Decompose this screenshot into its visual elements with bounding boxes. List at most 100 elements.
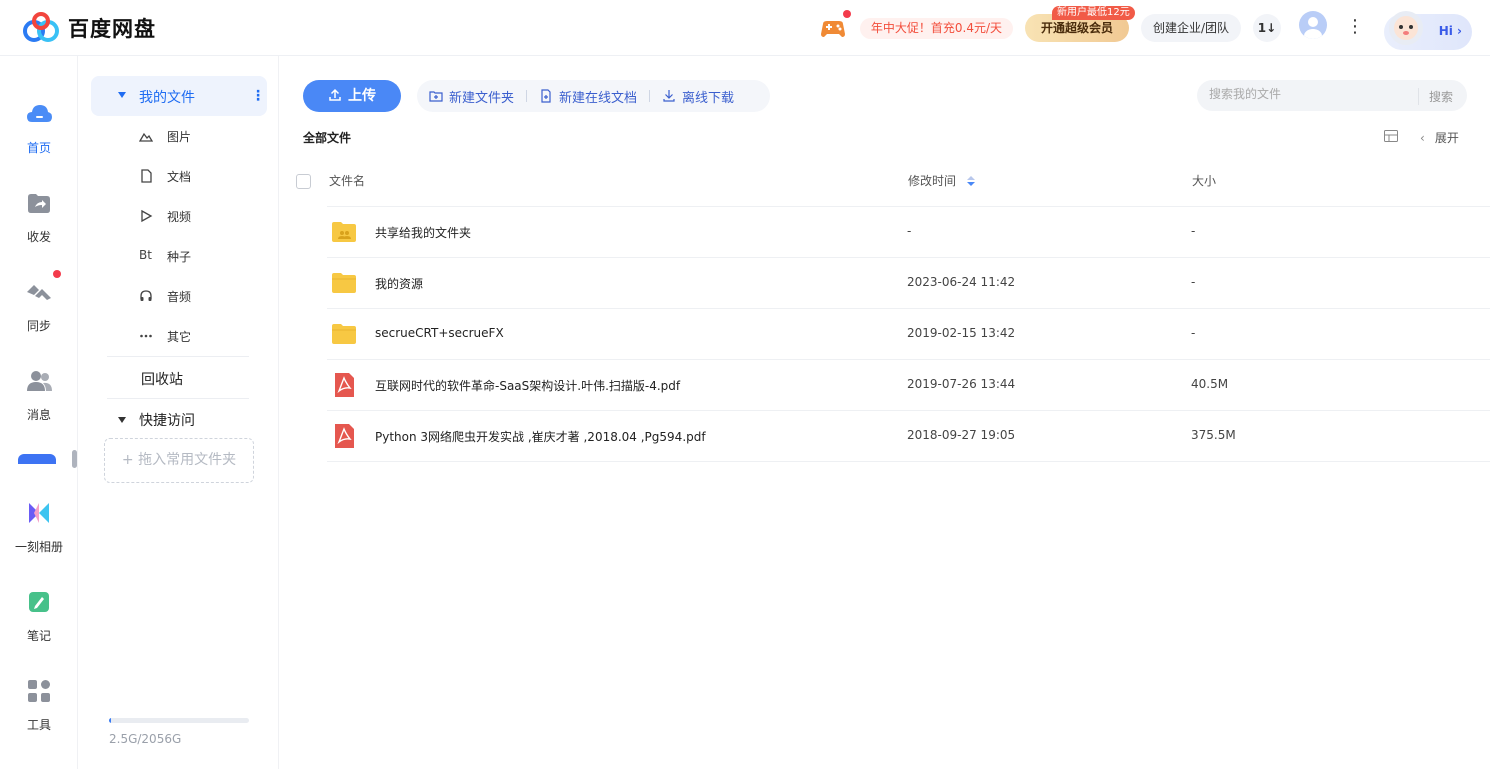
avatar[interactable] (1299, 11, 1327, 39)
table-row[interactable]: 我的资源 2023-06-24 11:42 - (327, 257, 1490, 308)
sync-icon (27, 285, 51, 300)
rail-label: 笔记 (26, 629, 51, 643)
offline-download-label: 离线下载 (682, 90, 735, 106)
main-content: 上传 新建文件夹 新建在线文档 离线下载 搜索 全部文件 (280, 56, 1490, 769)
rail-scrollbar[interactable] (72, 450, 77, 468)
storage-progress-fill (109, 718, 112, 723)
rail-item-transfer[interactable]: 收发 (0, 189, 78, 245)
file-modified: 2018-09-27 19:05 (907, 428, 1016, 442)
tree-item-label: 其它 (167, 330, 192, 344)
quick-access-drop-zone[interactable]: + 拖入常用文件夹 (104, 438, 254, 483)
tree-item-label: 文档 (167, 170, 192, 184)
new-online-doc-label: 新建在线文档 (559, 90, 638, 106)
offline-download-button[interactable]: 离线下载 (650, 87, 746, 106)
torrent-icon: Bt (139, 248, 152, 262)
new-folder-icon (429, 91, 443, 102)
kebab-menu-icon[interactable]: ⋮ (251, 88, 265, 104)
rail-item-tools[interactable]: 工具 (0, 677, 78, 733)
action-toolbar: 新建文件夹 新建在线文档 离线下载 (417, 80, 770, 112)
new-online-doc-button[interactable]: 新建在线文档 (527, 87, 649, 106)
column-header-modified-label: 修改时间 (908, 174, 957, 188)
rail-label: 消息 (26, 408, 51, 422)
app-logo[interactable]: 百度网盘 (22, 12, 156, 44)
vip-badge: 新用户最低12元 (1052, 6, 1135, 20)
table-row[interactable]: secrueCRT+secrueFX 2019-02-15 13:42 - (327, 308, 1490, 359)
tree-recycle-bin[interactable]: 回收站 (141, 369, 183, 389)
file-modified: 2019-02-15 13:42 (907, 326, 1016, 340)
storage-usage-text: 2.5G/2056G (109, 732, 182, 746)
file-name[interactable]: 互联网时代的软件革命-SaaS架构设计.叶伟.扫描版-4.pdf (375, 377, 680, 394)
file-name[interactable]: secrueCRT+secrueFX (375, 326, 504, 340)
partial-rail-icon[interactable] (18, 454, 56, 464)
expand-label: 展开 (1434, 131, 1459, 145)
image-icon (139, 132, 153, 142)
caret-down-icon (118, 92, 126, 98)
assistant-button[interactable]: Hi › (1384, 11, 1472, 50)
rail-label: 工具 (26, 718, 51, 732)
upload-button[interactable]: 上传 (303, 80, 401, 112)
baidu-pan-logo-icon (23, 12, 59, 42)
column-header-size[interactable]: 大小 (1192, 164, 1216, 206)
view-toggle-icon[interactable] (1384, 130, 1398, 146)
table-row[interactable]: 共享给我的文件夹 - - (327, 206, 1490, 257)
tree-quick-access[interactable]: 快捷访问 (139, 410, 195, 430)
tree-item-label: 音频 (167, 290, 192, 304)
create-team-button[interactable]: 创建企业/团队 (1141, 14, 1241, 42)
file-name[interactable]: Python 3网络爬虫开发实战 ,崔庆才著 ,2018.04 ,Pg594.p… (375, 428, 706, 445)
sort-icon (966, 176, 975, 186)
rail-item-home[interactable]: 首页 (0, 100, 78, 156)
tree-quick-access-caret[interactable] (117, 413, 127, 428)
file-modified: 2023-06-24 11:42 (907, 275, 1016, 289)
file-name[interactable]: 我的资源 (375, 275, 423, 292)
rail-item-notes[interactable]: 笔记 (0, 588, 78, 644)
table-row[interactable]: 互联网时代的软件革命-SaaS架构设计.叶伟.扫描版-4.pdf 2019-07… (327, 359, 1490, 410)
tree-item-label: 视频 (167, 210, 192, 224)
tree-my-files-label: 我的文件 (139, 90, 195, 106)
tools-icon (28, 680, 50, 702)
divider (107, 356, 249, 357)
search-input[interactable] (1209, 87, 1409, 101)
tree-item-label: 种子 (167, 250, 192, 264)
audio-icon (140, 290, 152, 301)
search-button[interactable]: 搜索 (1417, 88, 1453, 105)
caret-down-icon (118, 417, 126, 423)
new-folder-button[interactable]: 新建文件夹 (417, 87, 526, 106)
folder-icon (332, 273, 356, 293)
file-name[interactable]: 共享给我的文件夹 (375, 224, 471, 241)
pdf-icon (335, 424, 354, 448)
more-menu-icon[interactable]: ⋮ (1346, 15, 1364, 41)
upload-icon (329, 88, 341, 101)
rail-item-sync[interactable]: 同步 (0, 278, 78, 334)
transfer-list-button[interactable]: 1↓ (1253, 14, 1281, 42)
new-doc-icon (541, 89, 551, 103)
document-icon (141, 169, 152, 183)
note-icon (29, 592, 49, 612)
contacts-icon (27, 371, 52, 391)
game-icon[interactable] (818, 16, 848, 44)
column-header-modified[interactable]: 修改时间 (908, 164, 976, 206)
select-all-checkbox[interactable] (296, 174, 311, 189)
expand-button[interactable]: ‹ 展开 (1420, 129, 1459, 146)
rail-item-album[interactable]: 一刻相册 (0, 499, 78, 555)
file-modified: 2019-07-26 13:44 (907, 377, 1016, 391)
rail-label: 收发 (26, 230, 51, 244)
game-notification-dot (843, 10, 851, 18)
promo-banner[interactable]: 年中大促！首充0.4元/天 (860, 18, 1013, 39)
mascot-icon (1389, 11, 1423, 45)
tree-item-label: 图片 (167, 130, 192, 144)
app-title: 百度网盘 (68, 17, 156, 41)
album-icon (29, 503, 49, 523)
rail-label: 同步 (26, 319, 51, 333)
table-row[interactable]: Python 3网络爬虫开发实战 ,崔庆才著 ,2018.04 ,Pg594.p… (327, 410, 1490, 461)
storage-progress (109, 718, 249, 723)
breadcrumb[interactable]: 全部文件 (303, 129, 351, 146)
column-header-name[interactable]: 文件名 (329, 164, 365, 206)
file-size: - (1191, 224, 1196, 238)
file-tree: 我的文件 ⋮ 图片 文档 视频 Bt 种子 音频 其它 回收站 快捷访问 + 拖… (79, 56, 279, 769)
shared-folder-icon (332, 222, 356, 242)
rail-label: 一刻相册 (14, 540, 63, 554)
tree-my-files[interactable]: 我的文件 ⋮ (91, 76, 267, 116)
file-size: 375.5M (1191, 428, 1236, 442)
chevron-left-icon: ‹ (1420, 131, 1425, 145)
rail-item-messages[interactable]: 消息 (0, 367, 78, 423)
